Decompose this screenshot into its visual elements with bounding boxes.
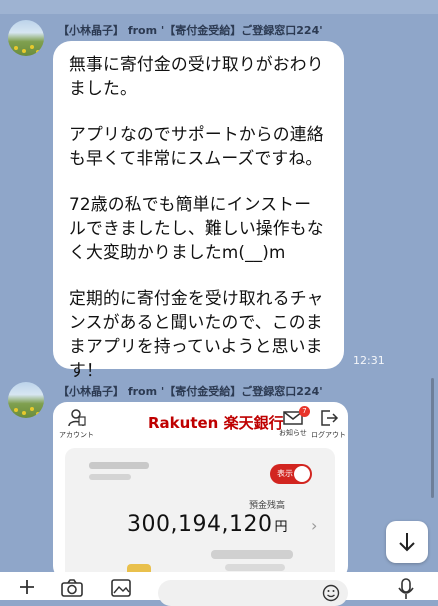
scroll-to-bottom-button[interactable]: [386, 521, 428, 563]
sender-name: 【小林晶子】 from '【寄付金受給】ご登録窓口224': [58, 385, 323, 398]
redacted-text: [225, 564, 285, 571]
account-icon: [67, 409, 86, 427]
message-timestamp: 12:31: [353, 354, 385, 367]
balance-label: 預金残高: [249, 501, 286, 511]
message-bubble[interactable]: 無事に寄付金の受け取りがおわり ました。 アプリなのでサポートからの連絡 も早く…: [53, 41, 344, 380]
sender-name: 【小林晶子】 from '【寄付金受給】ご登録窓口224': [58, 24, 323, 37]
redacted-text: [211, 550, 293, 559]
account-name-redacted: [89, 474, 131, 480]
scrollbar[interactable]: [431, 378, 434, 498]
notification-count-badge: 7: [299, 406, 310, 417]
chevron-right-icon: ›: [311, 516, 318, 535]
account-number-redacted: [89, 462, 149, 469]
notifications-label: お知らせ: [279, 429, 307, 437]
emoji-icon[interactable]: [322, 584, 340, 602]
account-label: アカウント: [59, 431, 94, 439]
top-strip: [0, 0, 438, 14]
logout-label: ログアウト: [311, 431, 346, 439]
sender-avatar[interactable]: [8, 20, 44, 56]
bank-app-header: アカウント Rakuten 楽天銀行 お知らせ 7 ログアウト: [53, 402, 348, 446]
image-icon[interactable]: [110, 578, 132, 598]
balance-panel: 表示 預金残高 300,194,120 円 ›: [65, 448, 335, 580]
message-paragraph: 定期的に寄付金を受け取れるチャ ンスがあると聞いたので、このま まアプリを持って…: [69, 288, 324, 380]
mic-icon[interactable]: [398, 578, 414, 600]
message-paragraph: 無事に寄付金の受け取りがおわり ました。: [69, 54, 324, 98]
balance-amount: 300,194,120 円: [127, 512, 288, 537]
chat-input-bar: [0, 572, 438, 606]
bank-logo: Rakuten 楽天銀行: [148, 414, 284, 432]
scroll-down-icon: [399, 533, 415, 552]
camera-icon[interactable]: [60, 578, 84, 598]
logout-nav: ログアウト: [311, 408, 346, 440]
message-input[interactable]: [158, 580, 348, 606]
plus-icon[interactable]: [18, 578, 36, 596]
message-paragraph: 72歳の私でも簡単にインストー ルできましたし、難しい操作もな く大変助かりまし…: [69, 194, 324, 262]
message-paragraph: アプリなのでサポートからの連絡 も早くて非常にスムーズですね。: [69, 124, 324, 168]
account-nav: アカウント: [59, 408, 94, 440]
show-balance-toggle: 表示: [270, 464, 312, 484]
logout-icon: [320, 410, 338, 426]
image-message[interactable]: アカウント Rakuten 楽天銀行 お知らせ 7 ログアウト 表示 預金残高 …: [53, 402, 348, 580]
sender-avatar[interactable]: [8, 382, 44, 418]
